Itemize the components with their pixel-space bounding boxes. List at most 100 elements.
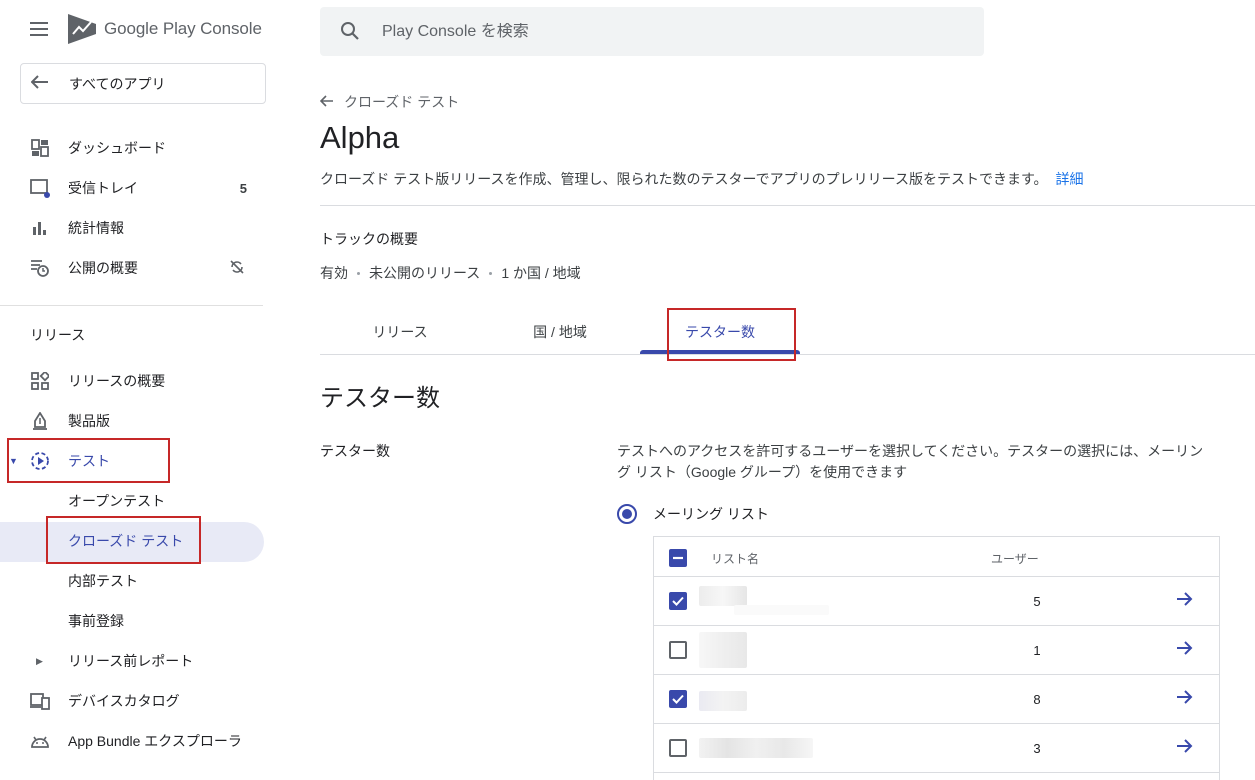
all-apps-button[interactable]: すべてのアプリ (20, 63, 266, 104)
android-icon (30, 731, 50, 751)
separator-dot (489, 271, 493, 275)
column-header-list-name: リスト名 (711, 552, 760, 566)
menu-icon[interactable] (30, 22, 50, 38)
tab-releases[interactable]: リリース (320, 310, 480, 354)
search-input[interactable] (382, 22, 882, 41)
arrow-forward-icon[interactable] (1174, 589, 1198, 613)
release-overview-icon (30, 371, 50, 391)
users-count: 3 (1033, 741, 1041, 756)
mailing-list-label: メーリング リスト (653, 506, 769, 522)
row-checkbox[interactable] (669, 690, 687, 708)
sidebar-item-internal-testing[interactable]: 内部テスト (0, 561, 265, 601)
inbox-icon (30, 178, 50, 198)
arrow-back-icon (30, 73, 51, 94)
testers-field-label: テスター数 (320, 443, 390, 459)
search-icon (340, 21, 362, 43)
page-description: クローズド テスト版リリースを作成、管理し、限られた数のテスターでアプリのプレリ… (320, 169, 1084, 189)
sidebar-item-inbox[interactable]: 受信トレイ 5 (0, 168, 265, 208)
sidebar: Google Play Console すべてのアプリ ダッシュボード 受信トレ… (0, 0, 266, 780)
arrow-forward-icon[interactable] (1174, 687, 1198, 711)
sidebar-item-label: ダッシュボード (68, 140, 166, 156)
highlight-box-testers-tab (667, 308, 796, 361)
arrow-back-icon (319, 94, 334, 111)
sidebar-item-statistics[interactable]: 統計情報 (0, 208, 265, 248)
mailing-list-option[interactable]: メーリング リスト (617, 504, 769, 524)
all-apps-label: すべてのアプリ (69, 75, 166, 92)
sidebar-item-label: リリース前レポート (68, 653, 194, 669)
play-console-logo-icon (68, 14, 96, 44)
redacted-list-name (699, 738, 813, 758)
app-logo[interactable]: Google Play Console (68, 14, 262, 44)
sidebar-item-release-overview[interactable]: リリースの概要 (0, 361, 265, 401)
separator-dot (357, 271, 360, 275)
table-row: 8 (654, 675, 1219, 724)
highlight-box-testing (7, 438, 170, 483)
sidebar-item-label: 受信トレイ (68, 180, 138, 196)
sidebar-item-dashboard[interactable]: ダッシュボード (0, 128, 265, 168)
sidebar-item-label: 事前登録 (68, 613, 124, 629)
table-row: 1 (654, 626, 1219, 675)
testers-help-text: テストへのアクセスを許可するユーザーを選択してください。テスターの選択には、メー… (617, 443, 1204, 480)
header-divider (320, 205, 1255, 206)
sidebar-item-open-testing[interactable]: オープンテスト (0, 481, 265, 521)
page-title: Alpha (320, 120, 400, 155)
sidebar-divider (0, 305, 263, 306)
redacted-list-name (734, 605, 829, 615)
redacted-list-name (699, 586, 747, 606)
sidebar-item-publishing-overview[interactable]: 公開の概要 (0, 248, 265, 288)
device-catalog-icon (30, 691, 50, 711)
sidebar-item-label: 製品版 (68, 413, 110, 429)
sidebar-item-label: リリースの概要 (68, 373, 166, 389)
details-link[interactable]: 詳細 (1056, 171, 1084, 187)
table-row: 5 (654, 577, 1219, 626)
track-release-status: 未公開のリリース (369, 265, 481, 281)
users-count: 5 (1033, 594, 1041, 609)
tab-countries[interactable]: 国 / 地域 (480, 310, 640, 354)
redacted-list-name (699, 691, 747, 711)
inbox-count-badge: 5 (239, 180, 247, 196)
production-icon (30, 411, 50, 431)
bar-chart-icon (30, 218, 50, 238)
sync-off-icon (229, 259, 247, 277)
arrow-forward-icon[interactable] (1174, 638, 1198, 662)
track-overview-title: トラックの概要 (320, 231, 418, 247)
sidebar-item-label: App Bundle エクスプローラ (68, 733, 242, 749)
sidebar-item-production[interactable]: 製品版 (0, 401, 265, 441)
sidebar-item-app-bundle-explorer[interactable]: App Bundle エクスプローラ (0, 727, 265, 775)
app-logo-text: Google Play Console (104, 19, 262, 38)
sidebar-item-label: 内部テスト (68, 573, 138, 589)
breadcrumb[interactable]: クローズド テスト (319, 92, 460, 112)
sidebar-item-device-catalog[interactable]: デバイスカタログ (0, 681, 265, 721)
dashboard-icon (30, 138, 50, 158)
redacted-list-name (699, 632, 747, 668)
track-countries: 1 か国 / 地域 (501, 265, 581, 281)
users-count: 1 (1033, 643, 1041, 658)
highlight-box-closed-testing (46, 516, 201, 564)
track-status: 有効 (320, 265, 348, 281)
page-description-text: クローズド テスト版リリースを作成、管理し、限られた数のテスターでアプリのプレリ… (320, 171, 1048, 187)
sidebar-item-label: デバイスカタログ (68, 693, 180, 709)
sidebar-item-pre-registration[interactable]: 事前登録 (0, 601, 265, 641)
table-row: 3 (654, 724, 1219, 773)
breadcrumb-label: クローズド テスト (344, 94, 460, 110)
sidebar-item-pre-launch-report[interactable]: ▶ リリース前レポート (0, 641, 265, 681)
row-checkbox[interactable] (669, 641, 687, 659)
column-header-users: ユーザー (991, 552, 1039, 566)
search-bar[interactable] (320, 7, 984, 56)
track-overview-info: 有効 未公開のリリース 1 か国 / 地域 (320, 263, 581, 283)
mailing-list-radio[interactable] (617, 504, 637, 524)
sidebar-item-label: オープンテスト (68, 493, 166, 509)
section-title: テスター数 (320, 385, 440, 412)
table-header: リスト名 ユーザー (654, 537, 1219, 577)
sidebar-item-label: 公開の概要 (68, 260, 138, 276)
users-count: 8 (1033, 692, 1041, 707)
mailing-list-table: リスト名 ユーザー 5 1 8 3 (653, 536, 1220, 780)
sidebar-item-label: 統計情報 (68, 220, 124, 236)
row-checkbox[interactable] (669, 739, 687, 757)
select-all-checkbox[interactable] (669, 549, 687, 567)
publishing-overview-icon (30, 258, 50, 278)
row-checkbox[interactable] (669, 592, 687, 610)
expand-right-icon[interactable]: ▶ (36, 656, 44, 667)
sidebar-section-release: リリース (30, 327, 86, 343)
arrow-forward-icon[interactable] (1174, 736, 1198, 760)
